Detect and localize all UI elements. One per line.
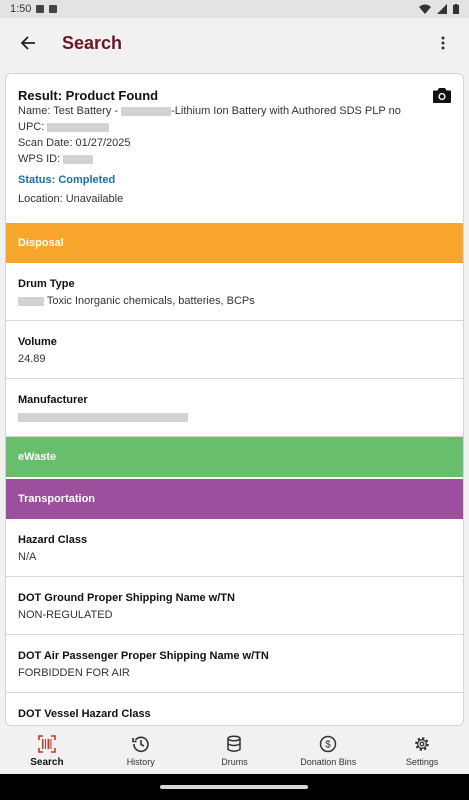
redacted-drum-code — [18, 296, 44, 306]
camera-icon — [433, 88, 451, 103]
drum-type-value: Toxic Inorganic chemicals, batteries, BC… — [46, 295, 255, 307]
result-header: Result: Product Found Name: Test Battery… — [6, 74, 463, 219]
field-value: N/A — [18, 551, 37, 563]
nav-label: Search — [30, 756, 64, 768]
gesture-bar — [0, 774, 469, 800]
signal-icon — [437, 4, 447, 14]
upc-label: UPC: — [18, 121, 45, 133]
upc-line: UPC: — [18, 120, 451, 135]
database-drum-icon — [227, 735, 242, 752]
status-bar: 1:50 — [0, 0, 469, 18]
home-gesture-handle[interactable] — [160, 785, 308, 789]
field-label: Volume — [18, 336, 57, 348]
nav-donation-bins[interactable]: $ Donation Bins — [281, 728, 375, 774]
field-dot-vessel: DOT Vessel Hazard Class — [6, 693, 463, 725]
nav-settings[interactable]: Settings — [375, 728, 469, 774]
barcode-scan-icon — [38, 734, 56, 753]
wps-label: WPS ID: — [18, 153, 61, 165]
field-value — [18, 410, 451, 425]
sim-icon — [49, 5, 58, 13]
field-value: 24.89 — [18, 353, 46, 365]
wps-line: WPS ID: — [18, 152, 451, 167]
redacted-upc — [47, 122, 110, 132]
result-title: Result: Product Found — [18, 88, 159, 103]
section-transportation: Transportation — [6, 479, 463, 519]
redacted-text — [121, 106, 172, 116]
field-value: Toxic Inorganic chemicals, batteries, BC… — [18, 294, 451, 309]
field-hazard-class: Hazard Class N/A — [6, 519, 463, 577]
camera-button[interactable] — [433, 88, 453, 106]
scan-date: Scan Date: 01/27/2025 — [18, 137, 131, 149]
product-name-suffix: -Lithium Ion Battery with Authored SDS P… — [171, 105, 401, 117]
redacted-manufacturer — [18, 412, 188, 422]
field-volume: Volume 24.89 — [6, 321, 463, 379]
battery-icon — [453, 4, 459, 14]
page-title: Search — [62, 32, 123, 53]
section-ewaste: eWaste — [6, 437, 463, 477]
nav-history[interactable]: History — [94, 728, 188, 774]
app-bar: Search — [0, 18, 469, 68]
notification-icon — [36, 5, 45, 13]
arrow-left-icon — [20, 36, 35, 50]
back-button[interactable] — [8, 23, 48, 63]
dollar-circle-icon: $ — [320, 735, 337, 753]
svg-text:$: $ — [326, 740, 332, 751]
field-label: DOT Vessel Hazard Class — [18, 708, 151, 720]
nav-drums[interactable]: Drums — [188, 728, 282, 774]
bottom-nav: Search History Drums $ Donation Bins Set… — [0, 728, 469, 774]
nav-label: Settings — [405, 757, 439, 767]
status-right — [419, 4, 459, 14]
field-label: DOT Ground Proper Shipping Name w/TN — [18, 592, 235, 604]
redacted-wps — [63, 154, 94, 164]
field-value: FORBIDDEN FOR AIR — [18, 667, 130, 679]
field-dot-ground: DOT Ground Proper Shipping Name w/TN NON… — [6, 577, 463, 635]
field-label: Manufacturer — [18, 394, 88, 406]
overflow-menu-button[interactable] — [425, 23, 461, 63]
result-card: Result: Product Found Name: Test Battery… — [5, 73, 464, 726]
field-label: Hazard Class — [18, 534, 88, 546]
field-drum-type: Drum Type Toxic Inorganic chemicals, bat… — [6, 263, 463, 321]
field-manufacturer: Manufacturer — [6, 379, 463, 437]
history-icon — [131, 736, 149, 753]
section-disposal: Disposal — [6, 223, 463, 263]
field-label: DOT Air Passenger Proper Shipping Name w… — [18, 650, 269, 662]
nav-search[interactable]: Search — [0, 728, 94, 774]
gear-icon — [415, 737, 429, 751]
product-name-prefix: Name: Test Battery - — [18, 105, 122, 117]
status-text: Status: Completed — [18, 174, 116, 186]
nav-label: History — [126, 757, 155, 767]
more-vert-icon — [441, 36, 445, 50]
nav-label: Donation Bins — [300, 757, 357, 767]
status-time: 1:50 — [10, 3, 32, 15]
status-left: 1:50 — [10, 3, 58, 15]
location-text: Location: Unavailable — [18, 193, 124, 205]
field-label: Drum Type — [18, 278, 75, 290]
product-name: Name: Test Battery - -Lithium Ion Batter… — [18, 104, 451, 119]
wifi-icon — [419, 4, 431, 14]
field-value: NON-REGULATED — [18, 609, 113, 621]
nav-label: Drums — [221, 757, 248, 767]
field-dot-air: DOT Air Passenger Proper Shipping Name w… — [6, 635, 463, 693]
